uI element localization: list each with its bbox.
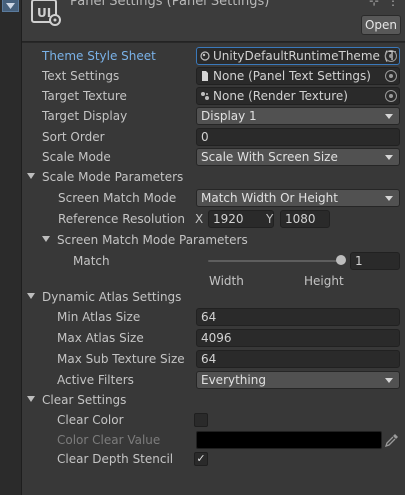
foldout-arrow-icon[interactable] [42, 236, 50, 242]
target-display-row: Target Display Display 1 [22, 106, 405, 126]
active-filters-row: Active Filters Everything [22, 370, 405, 390]
screen-match-mode-value: Match Width Or Height [201, 191, 338, 205]
match-slider-track[interactable] [208, 260, 344, 262]
screen-match-mode-label: Screen Match Mode [58, 191, 177, 205]
render-texture-icon [201, 92, 209, 100]
theme-style-sheet-field[interactable]: UnityDefaultRuntimeTheme (T [196, 47, 400, 65]
clear-depth-stencil-row: Clear Depth Stencil ✓ [22, 449, 405, 469]
theme-style-sheet-value: UnityDefaultRuntimeTheme (T [213, 49, 396, 63]
header-menu-icons[interactable]: ⊹ ⋮ [369, 0, 401, 8]
active-filters-dropdown[interactable]: Everything [196, 371, 400, 389]
text-settings-row: Text Settings None (Panel Text Settings) [22, 66, 405, 86]
dropdown-caret-icon [385, 378, 393, 383]
match-label: Match [73, 254, 110, 268]
theme-style-sheet-row: Theme Style Sheet UnityDefaultRuntimeThe… [22, 46, 405, 66]
text-settings-field[interactable]: None (Panel Text Settings) [196, 67, 400, 85]
asset-title: Panel Settings (Panel Settings) [70, 0, 270, 9]
reference-resolution-row: Reference Resolution X 1920 Y 1080 [22, 209, 405, 229]
max-atlas-size-row: Max Atlas Size 4096 [22, 328, 405, 348]
target-display-value: Display 1 [201, 109, 257, 123]
object-picker-icon[interactable] [385, 90, 397, 102]
resolution-y-label: Y [266, 212, 274, 226]
dynamic-atlas-settings-foldout[interactable]: Dynamic Atlas Settings [22, 287, 405, 307]
color-clear-value-swatch[interactable] [196, 431, 382, 449]
color-clear-value-row: Color Clear Value [22, 430, 405, 450]
scale-mode-parameters-label: Scale Mode Parameters [42, 170, 184, 184]
screen-match-mode-row: Screen Match Mode Match Width Or Height [22, 188, 405, 208]
active-filters-value: Everything [201, 373, 266, 387]
max-sub-texture-size-label: Max Sub Texture Size [57, 352, 185, 366]
text-settings-value: None (Panel Text Settings) [213, 69, 371, 83]
max-atlas-size-label: Max Atlas Size [57, 331, 144, 345]
scale-mode-label: Scale Mode [42, 150, 111, 164]
min-atlas-size-label: Min Atlas Size [57, 310, 141, 324]
target-texture-value: None (Render Texture) [213, 89, 348, 103]
foldout-arrow-icon[interactable] [27, 396, 35, 402]
match-min-label: Width [209, 274, 244, 288]
active-filters-label: Active Filters [57, 373, 134, 387]
ui-panel-settings-icon: UI [31, 0, 61, 26]
target-display-dropdown[interactable]: Display 1 [196, 107, 400, 125]
inspector-body: Theme Style Sheet UnityDefaultRuntimeThe… [22, 43, 405, 495]
eyedropper-icon[interactable] [384, 432, 400, 448]
match-row: Match 1 [22, 251, 405, 271]
clear-depth-stencil-label: Clear Depth Stencil [57, 452, 174, 466]
sort-order-label: Sort Order [42, 130, 105, 144]
inspector-header: UI Panel Settings (Panel Settings) ⊹ ⋮ O… [22, 0, 405, 42]
match-slider-handle[interactable] [336, 255, 346, 265]
resolution-x-label: X [195, 212, 204, 226]
target-texture-label: Target Texture [42, 89, 127, 103]
object-picker-icon[interactable] [385, 50, 397, 62]
clear-settings-foldout[interactable]: Clear Settings [22, 390, 405, 410]
dynamic-atlas-settings-label: Dynamic Atlas Settings [42, 290, 182, 304]
clear-color-row: Clear Color [22, 410, 405, 430]
dropdown-caret-icon [385, 155, 393, 160]
target-display-label: Target Display [42, 109, 128, 123]
scale-mode-parameters-foldout[interactable]: Scale Mode Parameters [22, 167, 405, 187]
resolution-y-input[interactable]: 1080 [280, 210, 330, 228]
inspector-window: UI Panel Settings (Panel Settings) ⊹ ⋮ O… [0, 0, 405, 495]
svg-text:UI: UI [37, 6, 51, 20]
document-icon [202, 71, 208, 81]
max-atlas-size-input[interactable]: 4096 [196, 329, 400, 347]
clear-color-label: Clear Color [57, 413, 124, 427]
collapse-button[interactable] [2, 0, 19, 12]
foldout-arrow-icon[interactable] [27, 293, 35, 299]
target-texture-row: Target Texture None (Render Texture) [22, 86, 405, 106]
clear-settings-label: Clear Settings [42, 393, 127, 407]
open-button[interactable]: Open [361, 15, 401, 35]
sort-order-row: Sort Order 0 [22, 127, 405, 147]
target-texture-field[interactable]: None (Render Texture) [196, 87, 400, 105]
match-max-label: Height [304, 274, 344, 288]
screen-match-mode-parameters-foldout[interactable]: Screen Match Mode Parameters [22, 230, 405, 250]
scale-mode-value: Scale With Screen Size [201, 150, 338, 164]
left-gutter [0, 0, 22, 495]
clear-color-checkbox[interactable] [194, 413, 208, 427]
object-picker-icon[interactable] [385, 70, 397, 82]
sort-order-input[interactable]: 0 [196, 128, 400, 146]
screen-match-mode-parameters-label: Screen Match Mode Parameters [57, 233, 248, 247]
style-sheet-icon [200, 51, 210, 61]
max-sub-texture-size-row: Max Sub Texture Size 64 [22, 349, 405, 369]
color-clear-value-label: Color Clear Value [57, 433, 161, 447]
max-sub-texture-size-input[interactable]: 64 [196, 350, 400, 368]
chevron-down-icon [6, 2, 15, 9]
match-value-input[interactable]: 1 [350, 252, 400, 270]
theme-style-sheet-label: Theme Style Sheet [42, 49, 156, 63]
dropdown-caret-icon [385, 196, 393, 201]
screen-match-mode-dropdown[interactable]: Match Width Or Height [196, 189, 400, 207]
resolution-x-input[interactable]: 1920 [208, 210, 274, 228]
scale-mode-dropdown[interactable]: Scale With Screen Size [196, 148, 400, 166]
foldout-arrow-icon[interactable] [27, 173, 35, 179]
min-atlas-size-input[interactable]: 64 [196, 308, 400, 326]
min-atlas-size-row: Min Atlas Size 64 [22, 307, 405, 327]
scale-mode-row: Scale Mode Scale With Screen Size [22, 147, 405, 167]
text-settings-label: Text Settings [42, 69, 120, 83]
reference-resolution-label: Reference Resolution [58, 212, 185, 226]
clear-depth-stencil-checkbox[interactable]: ✓ [194, 452, 208, 466]
dropdown-caret-icon [385, 114, 393, 119]
